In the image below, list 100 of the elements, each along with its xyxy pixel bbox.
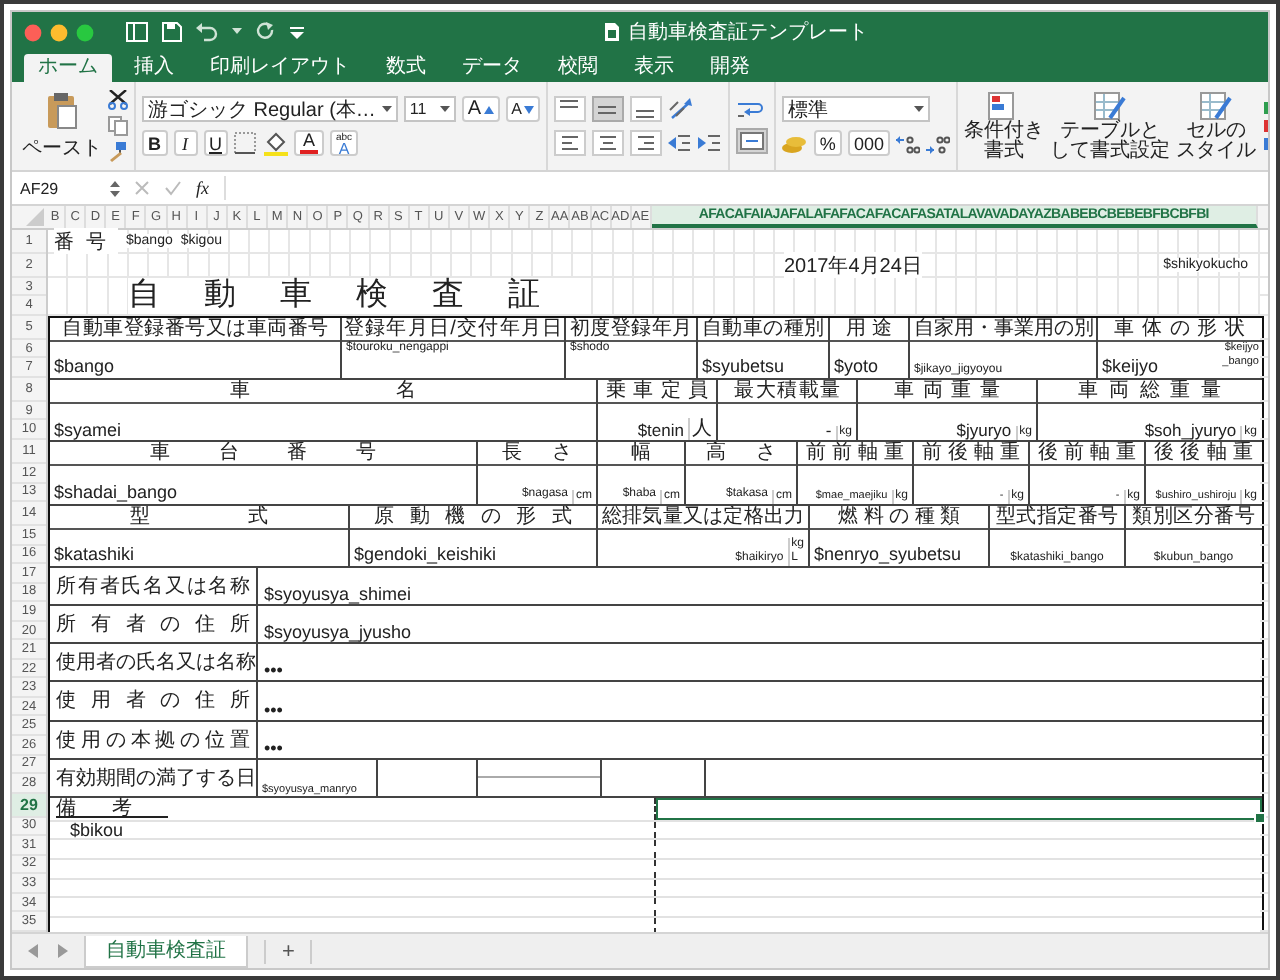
- field-value: $bango: [54, 356, 115, 379]
- ribbon-tab[interactable]: ホーム: [24, 54, 112, 82]
- font-size-field[interactable]: 11: [403, 96, 456, 122]
- style-gallery-button[interactable]: セルの スタイル: [1175, 91, 1256, 161]
- ribbon-tab[interactable]: 開発: [696, 54, 764, 82]
- field-label: 車両重量: [894, 380, 1000, 403]
- field-label: 型式: [130, 505, 268, 528]
- field-value: $shadai_bango: [54, 481, 178, 504]
- row-header[interactable]: 29: [12, 793, 46, 818]
- ribbon-tab[interactable]: 表示: [620, 54, 688, 82]
- add-sheet-button[interactable]: +: [264, 939, 313, 963]
- field-label: 前前軸重: [806, 442, 904, 465]
- align-button[interactable]: [591, 130, 624, 156]
- issue-date: 2017年4月24日: [784, 251, 922, 279]
- field-label: 使用者の氏名又は名称: [56, 649, 250, 677]
- undo-icon[interactable]: [196, 22, 218, 42]
- increase-decimal-icon[interactable]: [895, 133, 920, 153]
- align-icon: [598, 105, 617, 113]
- zoom-button[interactable]: [76, 23, 94, 41]
- align-button[interactable]: [553, 96, 586, 122]
- ribbon-tab[interactable]: 挿入: [120, 54, 188, 82]
- field-label: 有効期間の満了する日: [56, 765, 250, 792]
- style-gallery-button[interactable]: 条件付き 書式: [963, 91, 1044, 161]
- grow-font-button[interactable]: A: [461, 96, 500, 122]
- ribbon-tab[interactable]: データ: [448, 54, 536, 82]
- font-color-button[interactable]: A: [294, 130, 324, 156]
- unit-label: 人: [692, 418, 712, 441]
- redo-icon[interactable]: [256, 22, 276, 42]
- field-label: 所有者氏名又は名称: [56, 573, 250, 600]
- field-label: 車体の形状: [1114, 318, 1245, 340]
- field-label: 自動車登録番号又は車両番号: [62, 318, 328, 340]
- selected-cell[interactable]: [656, 797, 1261, 820]
- caret-icon: [381, 105, 392, 113]
- insert-function-button[interactable]: fx: [196, 178, 209, 198]
- style-gallery-button[interactable]: テーブルと して書式設定: [1049, 91, 1170, 161]
- field-label: 使用者の住所: [56, 687, 250, 715]
- number-format-field[interactable]: 標準: [781, 96, 930, 122]
- field-value: $soh_jyuryo: [1144, 420, 1237, 441]
- field-value: $syubetsu: [702, 356, 785, 379]
- borders-icon[interactable]: [234, 132, 258, 154]
- ribbon-tab[interactable]: 数式: [372, 54, 440, 82]
- check-icon[interactable]: [164, 180, 182, 196]
- field-label: 類別区分番号: [1132, 505, 1255, 528]
- shrink-font-button[interactable]: A: [505, 96, 540, 122]
- merge-center-button[interactable]: [735, 127, 768, 153]
- field-value: $katashiki: [54, 543, 135, 566]
- align-button[interactable]: [629, 130, 662, 156]
- field-value: $yoto: [834, 356, 879, 379]
- ribbon-tab[interactable]: 校閲: [544, 54, 612, 82]
- field-value: •••: [264, 737, 283, 758]
- comma-style-button[interactable]: 000: [847, 130, 890, 156]
- document-icon: [604, 22, 620, 42]
- italic-button[interactable]: I: [173, 130, 197, 156]
- field-label: 最大積載量: [734, 380, 840, 403]
- down-triangle-icon: [523, 105, 534, 113]
- field-label: 後前軸重: [1038, 442, 1136, 465]
- field-value: $syoyusya_jyusho: [264, 622, 412, 643]
- table-brush-icon: [1093, 91, 1126, 121]
- decrease-indent-icon[interactable]: [667, 134, 692, 152]
- align-button[interactable]: [591, 96, 624, 122]
- field-label: 車名: [230, 380, 416, 403]
- field-label: 所有者の住所: [56, 611, 250, 639]
- font-name-field[interactable]: 游ゴシック Regular (本…: [142, 96, 398, 122]
- paste-button[interactable]: ペースト: [22, 91, 102, 161]
- caret-icon: [439, 105, 450, 113]
- brush-icon[interactable]: [108, 142, 128, 162]
- field-label: 車台番号: [150, 442, 376, 465]
- minimize-button[interactable]: [50, 23, 68, 41]
- field-value: •••: [264, 660, 283, 681]
- field-label: 番号: [54, 227, 118, 255]
- field-label: 幅: [631, 442, 651, 465]
- ribbon-tab[interactable]: 印刷レイアウト: [196, 54, 364, 82]
- align-button[interactable]: [629, 96, 662, 122]
- underline-button[interactable]: U: [203, 130, 228, 156]
- name-box[interactable]: AF29: [20, 179, 96, 197]
- align-icon: [635, 134, 656, 152]
- field-value: $nenryo_syubetsu: [814, 543, 962, 566]
- merge-icon: [739, 131, 764, 149]
- field-label: 車両総重量: [1078, 380, 1221, 403]
- bold-button[interactable]: B: [142, 130, 167, 156]
- align-button[interactable]: [553, 130, 586, 156]
- align-icon: [597, 134, 618, 152]
- up-triangle-icon: [483, 105, 494, 113]
- customize-icon[interactable]: [290, 25, 304, 39]
- caret-icon[interactable]: [232, 28, 242, 36]
- field-label: 用途: [846, 318, 892, 340]
- field-value: $gendoki_keishiki: [354, 543, 497, 566]
- save-icon[interactable]: [162, 22, 182, 42]
- percent-button[interactable]: %: [813, 130, 842, 156]
- fill-color-icon[interactable]: [264, 131, 288, 155]
- orientation-icon[interactable]: [667, 98, 696, 120]
- scissors-icon[interactable]: [108, 90, 128, 110]
- field-label: 原動機の形式: [374, 505, 572, 528]
- increase-indent-icon[interactable]: [697, 134, 722, 152]
- decrease-decimal-icon[interactable]: [925, 133, 950, 153]
- sheet-tab[interactable]: 自動車検査証: [84, 935, 248, 967]
- wrap-text-icon[interactable]: [735, 99, 764, 119]
- clipboard-icon: [46, 91, 78, 129]
- sidebar-icon[interactable]: [126, 22, 148, 42]
- spinner-icon[interactable]: [110, 179, 120, 197]
